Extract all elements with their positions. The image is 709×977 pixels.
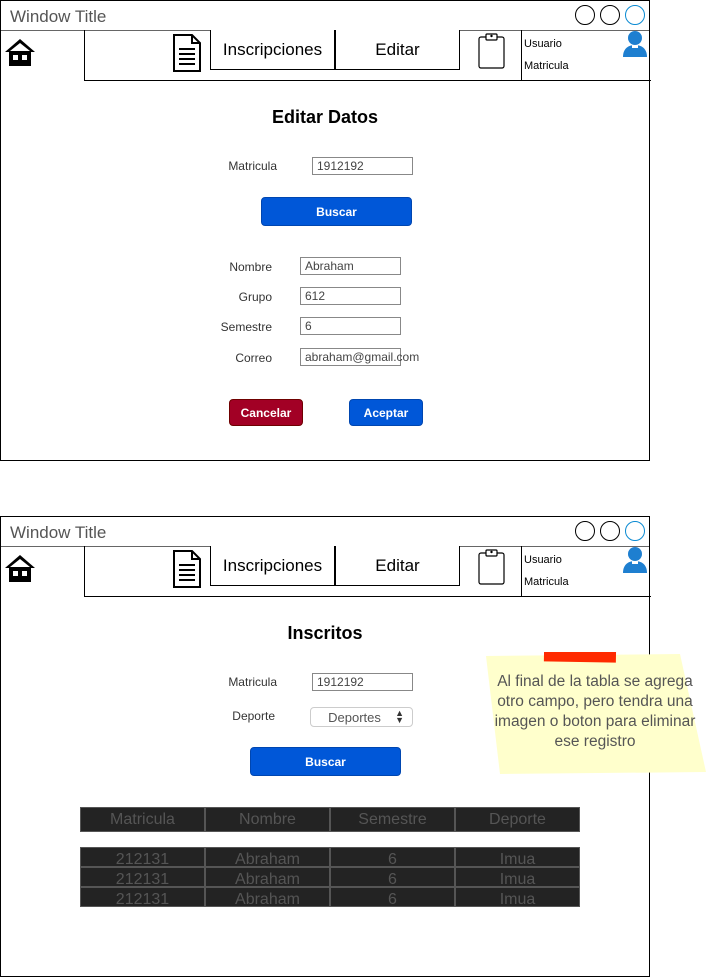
nombre-label: Nombre — [229, 260, 272, 274]
user-name: Usuario — [524, 38, 562, 50]
table-cell: 212131 — [80, 867, 205, 888]
tab-editar[interactable]: Editar — [335, 30, 460, 70]
user-matricula: Matricula — [524, 60, 569, 72]
window-title: Window Title — [10, 523, 107, 542]
table-cell: 6 — [330, 887, 455, 908]
document-icon[interactable] — [172, 34, 202, 72]
table-cell: 212131 — [80, 887, 205, 908]
matricula-label: Matricula — [228, 675, 277, 689]
user-panel: Usuario Matricula — [521, 30, 651, 81]
column-header[interactable]: Matricula — [80, 807, 205, 832]
tab-editar[interactable]: Editar — [335, 546, 460, 586]
close-button[interactable] — [625, 521, 645, 541]
nav-bar: Inscripciones Editar Usuario Matricula — [84, 546, 651, 597]
accept-button[interactable]: Aceptar — [349, 399, 423, 426]
correo-label: Correo — [235, 351, 272, 365]
cancel-button[interactable]: Cancelar — [229, 399, 303, 426]
tab-inscripciones[interactable]: Inscripciones — [210, 546, 335, 586]
user-icon[interactable] — [620, 546, 648, 574]
deporte-select-value: Deportes — [328, 709, 381, 725]
home-icon[interactable] — [4, 37, 36, 67]
sticky-note-text: Al final de la tabla se agrega otro camp… — [494, 673, 696, 750]
minimize-button[interactable] — [575, 521, 595, 541]
table-header: Matricula Nombre Semestre Deporte — [80, 807, 581, 832]
page-title: Editar Datos — [271, 107, 379, 127]
deporte-select[interactable]: Deportes ▲ ▼ — [310, 707, 413, 727]
table-cell: 6 — [330, 867, 455, 888]
nav-bar: Inscripciones Editar Usuario Matricula — [84, 30, 651, 81]
clipboard-icon[interactable] — [478, 547, 506, 585]
search-button[interactable]: Buscar — [261, 197, 412, 226]
grupo-label: Grupo — [238, 290, 272, 304]
correo-input[interactable]: abraham@gmail.com — [300, 348, 419, 366]
title-bar: Window Title — [1, 517, 649, 547]
table-cell: Abraham — [205, 867, 330, 888]
semestre-input[interactable]: 6 — [300, 317, 401, 335]
semestre-label: Semestre — [220, 320, 272, 334]
grupo-input[interactable]: 612 — [300, 287, 401, 305]
search-button[interactable]: Buscar — [250, 747, 401, 776]
table-cell: 6 — [330, 847, 455, 868]
user-panel: Usuario Matricula — [521, 546, 651, 597]
document-icon[interactable] — [172, 550, 202, 588]
deporte-label: Deporte — [232, 709, 275, 723]
column-header[interactable]: Deporte — [455, 807, 580, 832]
table-cell: Imua — [455, 887, 580, 908]
matricula-label: Matricula — [228, 159, 277, 173]
minimize-button[interactable] — [575, 5, 595, 25]
matricula-input[interactable]: 1912192 — [312, 157, 413, 175]
select-arrows-icon: ▲ ▼ — [395, 708, 404, 725]
table-body: 212131 Abraham 6 Imua 212131 Abraham 6 I… — [80, 847, 581, 908]
user-icon[interactable] — [620, 30, 648, 58]
title-bar: Window Title — [1, 1, 649, 31]
table-cell: Imua — [455, 867, 580, 888]
column-header[interactable]: Semestre — [330, 807, 455, 832]
table-cell: Imua — [455, 847, 580, 868]
column-header[interactable]: Nombre — [205, 807, 330, 832]
clipboard-icon[interactable] — [478, 31, 506, 69]
nombre-input[interactable]: Abraham — [300, 257, 401, 275]
maximize-button[interactable] — [600, 5, 620, 25]
table-row[interactable]: 212131 Abraham 6 Imua — [80, 847, 581, 868]
maximize-button[interactable] — [600, 521, 620, 541]
edit-window: Window Title Inscripciones Editar Usuari… — [0, 0, 651, 461]
tab-inscripciones[interactable]: Inscripciones — [210, 30, 335, 70]
table-cell: 212131 — [80, 847, 205, 868]
home-icon[interactable] — [4, 553, 36, 583]
close-button[interactable] — [625, 5, 645, 25]
matricula-input[interactable]: 1912192 — [312, 673, 413, 691]
page-title: Inscritos — [287, 623, 363, 643]
user-name: Usuario — [524, 554, 562, 566]
table-row[interactable]: 212131 Abraham 6 Imua — [80, 867, 581, 888]
table-cell: Abraham — [205, 887, 330, 908]
table-cell: Abraham — [205, 847, 330, 868]
user-matricula: Matricula — [524, 576, 569, 588]
table-row[interactable]: 212131 Abraham 6 Imua — [80, 887, 581, 908]
window-title: Window Title — [10, 7, 107, 26]
